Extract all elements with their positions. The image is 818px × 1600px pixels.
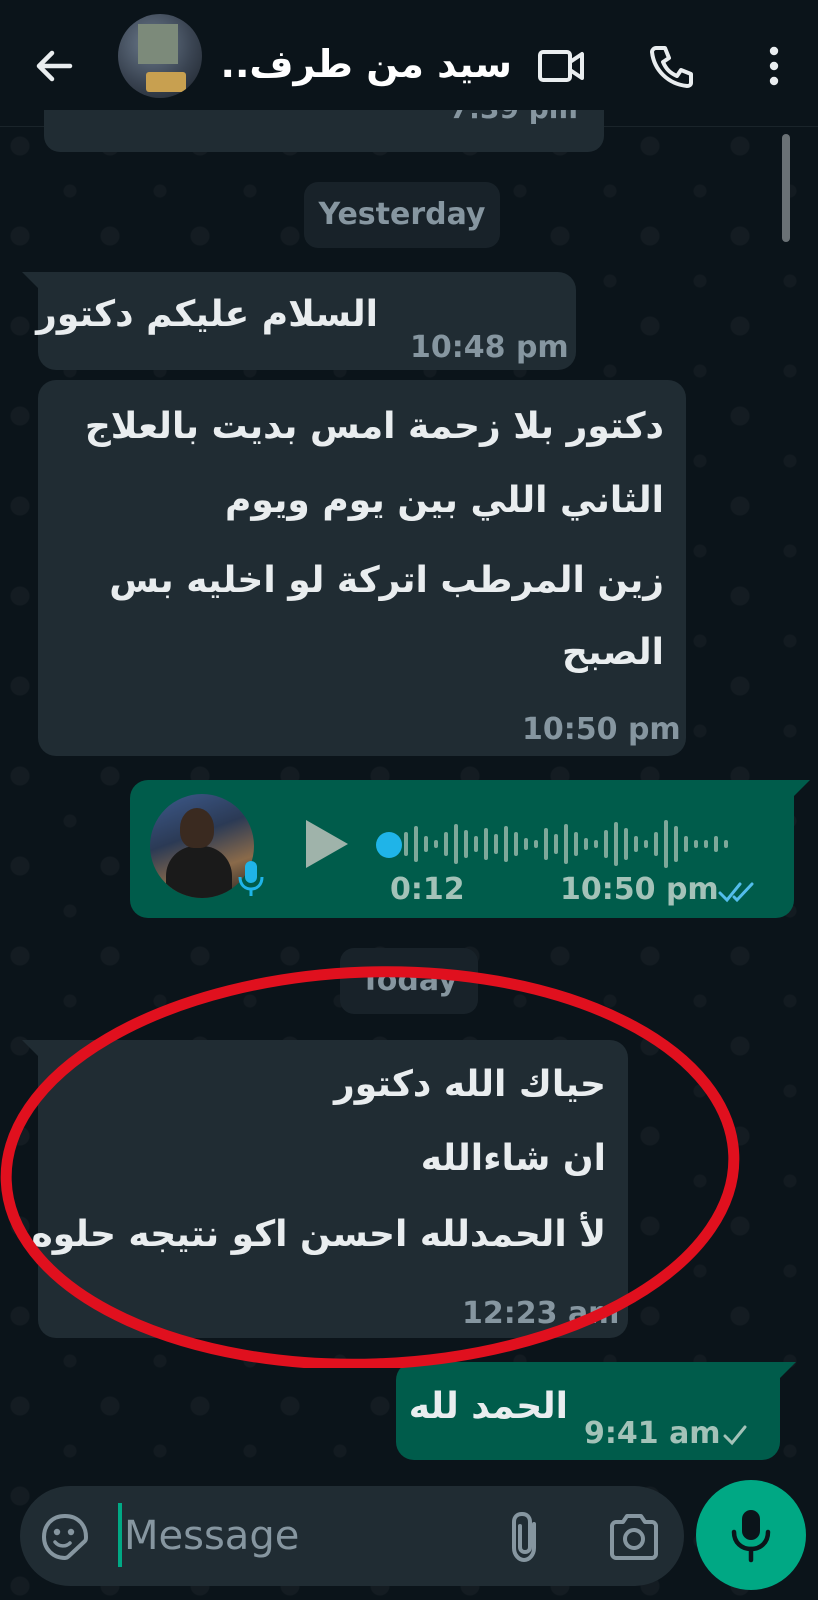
message-text: دكتور بلا زحمة امس بديت بالعلاج xyxy=(84,406,664,447)
message-text: السلام عليكم دكتور xyxy=(36,294,378,335)
contact-name[interactable]: سيد من طرف... xyxy=(222,34,512,94)
date-chip-today: Today xyxy=(340,948,478,1014)
message-bubble-previous[interactable]: 7:39 pm xyxy=(44,110,604,152)
sticker-emoji-icon[interactable] xyxy=(40,1512,90,1562)
bubble-tail xyxy=(22,272,40,290)
playback-progress-dot[interactable] xyxy=(376,832,402,858)
message-text: الثاني اللي بين يوم ويوم xyxy=(224,480,664,521)
message-time: 10:50 pm xyxy=(560,872,719,907)
waveform[interactable] xyxy=(400,810,740,878)
bubble-tail xyxy=(778,1362,796,1380)
message-input[interactable] xyxy=(124,1500,464,1572)
microphone-icon xyxy=(238,861,264,896)
message-text: ان شاءالله xyxy=(420,1138,606,1179)
message-time: 12:23 am xyxy=(462,1296,620,1331)
camera-icon[interactable] xyxy=(608,1512,660,1562)
bubble-tail xyxy=(792,780,810,798)
paperclip-icon[interactable] xyxy=(500,1510,552,1564)
message-text: حياك الله دكتور xyxy=(333,1064,606,1105)
play-icon[interactable] xyxy=(300,816,352,872)
phone-icon[interactable] xyxy=(646,40,698,92)
video-call-icon[interactable] xyxy=(536,40,588,92)
date-chip-yesterday: Yesterday xyxy=(304,182,500,248)
voice-duration: 0:12 xyxy=(390,872,465,907)
voice-record-button[interactable] xyxy=(696,1480,806,1590)
text-cursor xyxy=(118,1503,122,1567)
arrow-left-icon[interactable] xyxy=(30,42,78,90)
more-vertical-icon[interactable] xyxy=(748,40,800,92)
microphone-icon xyxy=(731,1510,771,1563)
message-time: 7:39 pm xyxy=(449,110,578,125)
message-text: لأ الحمدلله احسن اكو نتيجه حلوه xyxy=(31,1214,606,1255)
message-text: زين المرطب اتركة لو اخليه بس xyxy=(109,560,664,601)
message-time: 10:50 pm xyxy=(522,712,681,747)
message-text: الصبح xyxy=(562,632,664,673)
bubble-tail xyxy=(22,1040,40,1058)
message-text: الحمد لله xyxy=(408,1386,568,1427)
scrollbar[interactable] xyxy=(782,134,790,242)
message-time: 10:48 pm xyxy=(410,330,569,365)
double-check-read-icon xyxy=(718,882,754,903)
message-time: 9:41 am xyxy=(584,1416,721,1451)
contact-avatar[interactable] xyxy=(118,14,202,98)
single-check-sent-icon xyxy=(723,1425,747,1446)
